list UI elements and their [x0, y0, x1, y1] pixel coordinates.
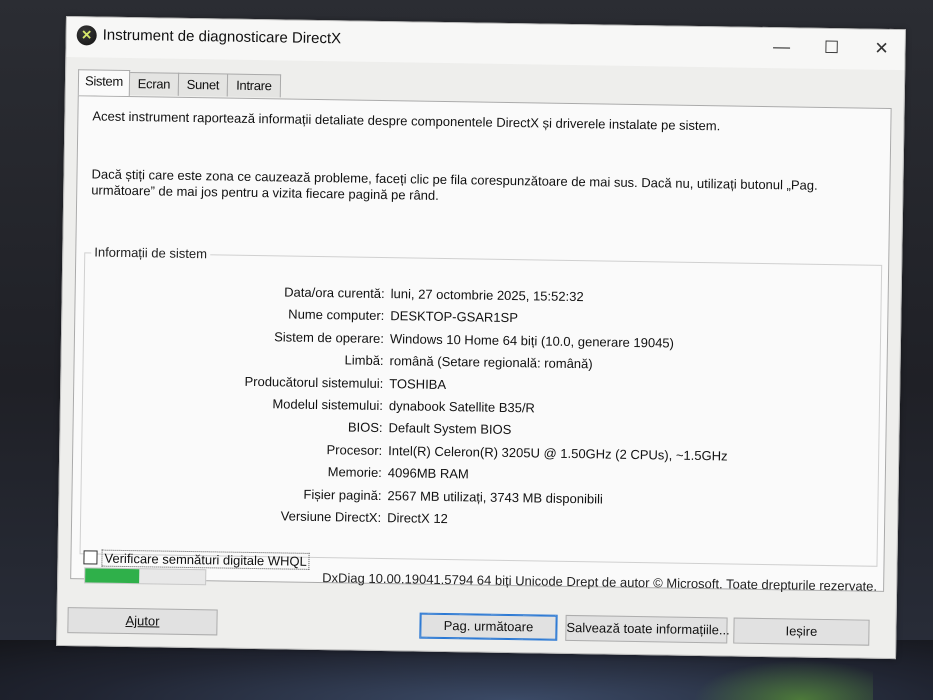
info-value: română (Setare regională: română) [389, 353, 593, 372]
info-label: Procesor: [326, 441, 383, 458]
save-all-button-label: Salvează toate informațiile... [566, 619, 730, 638]
info-label: Memorie: [327, 464, 382, 481]
directx-x-icon: ✕ [76, 25, 97, 46]
info-value: DirectX 12 [387, 510, 448, 526]
next-page-button[interactable]: Pag. următoare [419, 612, 558, 641]
info-value: luni, 27 octombrie 2025, 15:52:32 [390, 286, 584, 305]
whql-checkbox[interactable]: Verificare semnături digitale WHQL [83, 549, 310, 570]
tab-sunet[interactable]: Sunet [177, 72, 229, 97]
system-info-group: Informații de sistem Data/ora curentă: lu… [79, 244, 883, 567]
info-label: Sistem de operare: [274, 329, 385, 346]
exit-button[interactable]: Ieșire [733, 617, 870, 646]
info-value: dynabook Satellite B35/R [388, 398, 536, 416]
save-all-button[interactable]: Salvează toate informațiile... [565, 614, 730, 644]
background-glow [693, 660, 873, 700]
intro-text: Acest instrument raportează informații d… [92, 108, 721, 134]
info-label: Modelul sistemului: [272, 396, 384, 413]
tab-sistem[interactable]: Sistem [77, 69, 131, 97]
info-value: TOSHIBA [389, 375, 447, 392]
info-value: 2567 MB utilizați, 3743 MB disponibili [387, 487, 603, 507]
help-button[interactable]: Ajutor [67, 607, 218, 636]
progress-bar [84, 567, 207, 586]
window-title: Instrument de diagnosticare DirectX [102, 26, 342, 48]
whql-checkbox-label[interactable]: Verificare semnături digitale WHQL [101, 549, 310, 570]
tab-panel-sistem: Acest instrument raportează informații d… [70, 95, 892, 592]
title-bar[interactable]: ✕ Instrument de diagnosticare DirectX — … [66, 17, 905, 71]
info-label: Versiune DirectX: [280, 508, 382, 525]
info-label: Limbă: [344, 352, 384, 369]
info-label: Nume computer: [288, 306, 385, 324]
info-value: Windows 10 Home 64 biți (10.0, generare … [389, 330, 675, 351]
info-value: DESKTOP-GSAR1SP [390, 308, 519, 326]
tab-ecran[interactable]: Ecran [128, 71, 180, 96]
group-title: Informații de sistem [91, 244, 211, 262]
info-label: Data/ora curentă: [284, 284, 385, 302]
system-info-rows: Data/ora curentă: luni, 27 octombrie 2025… [81, 281, 881, 540]
info-value: Default System BIOS [388, 420, 512, 438]
info-label: Producătorul sistemului: [244, 373, 384, 391]
info-value: 4096MB RAM [387, 465, 469, 482]
info-label: BIOS: [347, 419, 383, 436]
minimize-button[interactable]: — [758, 32, 804, 63]
maximize-button[interactable]: ☐ [808, 33, 854, 64]
info-label: Fișier pagină: [303, 486, 382, 503]
intro-instructions: Dacă știți care este zona ce cauzează pr… [91, 166, 818, 203]
tab-intrare[interactable]: Intrare [226, 73, 282, 98]
help-button-label: Ajutor [125, 613, 160, 629]
progress-fill [85, 568, 140, 584]
checkbox-box[interactable] [83, 550, 98, 565]
dxdiag-window: ✕ Instrument de diagnosticare DirectX — … [56, 16, 906, 660]
next-page-button-label: Pag. următoare [443, 618, 534, 635]
close-button[interactable]: ✕ [858, 33, 904, 64]
exit-button-label: Ieșire [785, 623, 818, 639]
